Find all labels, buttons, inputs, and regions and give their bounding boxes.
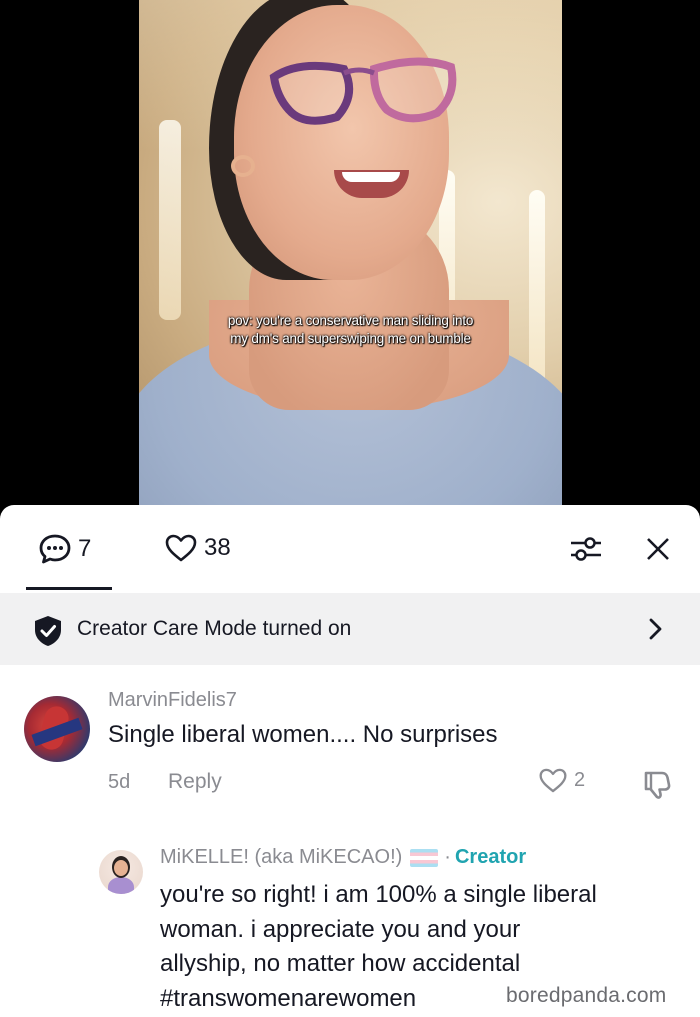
comment-like-button[interactable]: 2 bbox=[538, 767, 585, 794]
trans-flag-icon bbox=[410, 848, 439, 867]
background-light bbox=[159, 120, 181, 320]
comments-header: 7 38 bbox=[0, 505, 700, 591]
heart-earring bbox=[231, 155, 255, 177]
avatar-body bbox=[108, 877, 134, 894]
video-frame[interactable]: pov: you're a conservative man sliding i… bbox=[139, 0, 562, 505]
close-button[interactable] bbox=[640, 531, 676, 567]
creator-care-label: Creator Care Mode turned on bbox=[77, 617, 352, 640]
video-subject-face bbox=[234, 5, 449, 280]
watermark: boredpanda.com bbox=[506, 984, 667, 1007]
reply-username[interactable]: MiKELLE! (aka MiKECAO!) bbox=[160, 846, 402, 869]
avatar-face bbox=[114, 860, 128, 876]
glasses bbox=[269, 57, 457, 125]
video-area[interactable]: pov: you're a conservative man sliding i… bbox=[0, 0, 700, 520]
reply-item: MiKELLE! (aka MiKECAO!) · Creator you're… bbox=[0, 840, 700, 1017]
close-icon bbox=[647, 538, 669, 560]
video-caption: pov: you're a conservative man sliding i… bbox=[139, 312, 562, 348]
comments-sheet: 7 38 Creator Care Mode turned on MarvinF… bbox=[0, 505, 700, 1017]
active-tab-indicator bbox=[26, 587, 112, 590]
shield-check-icon bbox=[35, 616, 61, 646]
reply-button[interactable]: Reply bbox=[168, 770, 222, 794]
likes-count: 38 bbox=[204, 534, 231, 561]
video-caption-line: my dm's and superswiping me on bumble bbox=[230, 331, 471, 346]
reply-text-line: you're so right! i am 100% a single libe… bbox=[160, 881, 597, 908]
reply-text-line: woman. i appreciate you and your bbox=[160, 915, 521, 943]
comment-like-count: 2 bbox=[574, 769, 586, 791]
reply-text-line: allyship, no matter how accidental bbox=[160, 950, 521, 977]
likes-tab[interactable]: 38 bbox=[164, 533, 231, 563]
chevron-right-icon bbox=[649, 618, 662, 640]
filter-button[interactable] bbox=[568, 531, 604, 567]
creator-care-banner[interactable]: Creator Care Mode turned on bbox=[0, 593, 700, 665]
comment-age: 5d bbox=[108, 771, 131, 793]
creator-badge: Creator bbox=[454, 846, 527, 868]
creator-avatar[interactable] bbox=[99, 850, 143, 894]
filter-sliders-icon bbox=[571, 537, 601, 561]
separator-dot: · bbox=[444, 846, 451, 868]
comments-tab[interactable]: 7 bbox=[38, 533, 91, 565]
comments-count: 7 bbox=[78, 535, 92, 562]
reply-username-row: MiKELLE! (aka MiKECAO!) · Creator bbox=[160, 846, 526, 869]
heart-icon bbox=[539, 768, 567, 793]
video-caption-line: pov: you're a conservative man sliding i… bbox=[227, 313, 474, 328]
comment-bubble-icon bbox=[39, 534, 71, 564]
comment-username[interactable]: MarvinFidelis7 bbox=[108, 689, 237, 712]
avatar[interactable] bbox=[24, 696, 90, 762]
heart-icon bbox=[165, 534, 197, 562]
dislike-icon[interactable] bbox=[640, 767, 674, 801]
comment-item: MarvinFidelis7 Single liberal women.... … bbox=[0, 675, 700, 810]
comment-text: Single liberal women.... No surprises bbox=[108, 721, 498, 748]
